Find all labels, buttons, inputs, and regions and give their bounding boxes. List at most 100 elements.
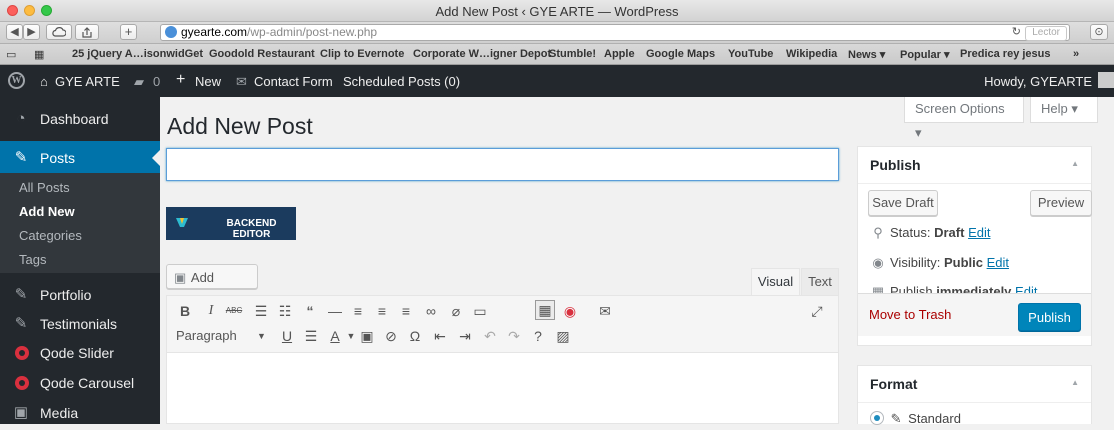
tab-text[interactable]: Text xyxy=(801,268,839,295)
forward-button[interactable]: ▶ xyxy=(23,24,40,40)
sidebar-item-label: Testimonials xyxy=(40,316,118,332)
contact-form-link[interactable]: Contact Form xyxy=(254,74,333,89)
align-left-icon[interactable]: ≡ xyxy=(348,301,368,321)
italic-icon[interactable]: I xyxy=(201,301,221,321)
preview-button[interactable]: Preview xyxy=(1030,190,1092,216)
contact-form-icon[interactable]: ✉ xyxy=(595,301,615,321)
justify-icon[interactable]: ☰ xyxy=(301,326,321,346)
redo-icon[interactable]: ↷ xyxy=(504,326,524,346)
save-draft-button[interactable]: Save Draft xyxy=(868,190,938,216)
submenu-tags[interactable]: Tags xyxy=(19,252,46,267)
move-to-trash-link[interactable]: Move to Trash xyxy=(869,307,951,322)
reader-button[interactable]: Lector xyxy=(1025,26,1067,41)
plus-icon[interactable]: + xyxy=(176,71,185,89)
bookmark-item[interactable]: Stumble! xyxy=(549,48,596,60)
book-icon[interactable]: ▭ xyxy=(6,48,16,61)
visibility-row: ◉ Visibility: Public Edit xyxy=(870,255,1009,271)
read-more-icon[interactable]: ▭ xyxy=(470,301,490,321)
publish-box-header[interactable]: Publish ▲ xyxy=(858,147,1091,184)
clear-formatting-icon[interactable]: ⊘ xyxy=(381,326,401,346)
scheduled-posts-link[interactable]: Scheduled Posts (0) xyxy=(343,74,460,89)
backend-editor-button[interactable]: BACKEND EDITOR xyxy=(166,207,296,240)
avatar[interactable] xyxy=(1098,72,1114,88)
comments-count[interactable]: 0 xyxy=(153,74,160,89)
fullscreen-icon[interactable]: ⤢ xyxy=(807,301,827,321)
collapse-arrow-icon[interactable]: ▲ xyxy=(1071,378,1079,387)
strikethrough-icon[interactable]: ABC xyxy=(224,301,244,321)
help-icon[interactable]: ? xyxy=(528,326,548,346)
format-select[interactable]: Paragraph ▼ xyxy=(176,326,274,346)
insert-image-icon[interactable]: ▨ xyxy=(553,326,573,346)
bookmark-item[interactable]: Predica rey jesus xyxy=(960,48,1051,60)
bookmark-item[interactable]: YouTube xyxy=(728,48,773,60)
bookmark-item[interactable]: Corporate W…igner Depot xyxy=(413,48,551,60)
submenu-categories[interactable]: Categories xyxy=(19,228,82,243)
top-sites-icon[interactable]: ▦ xyxy=(34,48,44,61)
align-right-icon[interactable]: ≡ xyxy=(396,301,416,321)
bookmarks-overflow[interactable]: » xyxy=(1073,48,1079,60)
site-name-link[interactable]: GYE ARTE xyxy=(55,74,120,89)
insert-link-icon[interactable]: ∞ xyxy=(421,301,441,321)
bookmark-item[interactable]: Goodold Restaurant xyxy=(209,48,315,60)
horizontal-line-icon[interactable]: — xyxy=(325,301,345,321)
edit-visibility-link[interactable]: Edit xyxy=(987,255,1009,270)
reload-icon[interactable]: ↻ xyxy=(1012,25,1021,40)
comment-bubble-icon[interactable]: ▰ xyxy=(134,74,144,90)
visibility-label: Visibility: xyxy=(890,255,941,270)
screen-options-toggle[interactable]: Screen Options ▾ xyxy=(904,97,1024,140)
help-toggle[interactable]: Help ▾ xyxy=(1030,97,1098,123)
bookmark-item[interactable]: Apple xyxy=(604,48,635,60)
bookmark-item[interactable]: Wikipedia xyxy=(786,48,837,60)
browser-toolbar: ◀ ▶ + gyearte.com/wp-admin/post-new.php … xyxy=(0,22,1114,44)
radio-selected[interactable] xyxy=(870,411,884,425)
numbered-list-icon[interactable]: ☷ xyxy=(275,301,295,321)
blockquote-icon[interactable]: “ xyxy=(300,301,320,321)
share-icon[interactable] xyxy=(75,24,99,40)
sidebar-item-qode-slider[interactable]: Qode Slider xyxy=(0,336,160,370)
bookmark-item[interactable]: Popular ▾ xyxy=(900,48,950,61)
sidebar-item-label: Dashboard xyxy=(40,111,109,127)
sidebar-item-label: Portfolio xyxy=(40,287,92,303)
site-home-icon[interactable]: ⌂ xyxy=(40,74,48,89)
sidebar-item-posts[interactable]: ✎ Posts xyxy=(0,141,160,175)
post-title-input[interactable] xyxy=(166,148,839,181)
underline-icon[interactable]: U xyxy=(277,326,297,346)
tab-visual[interactable]: Visual xyxy=(751,268,800,295)
bulleted-list-icon[interactable]: ☰ xyxy=(251,301,271,321)
unlink-icon[interactable]: ⌀ xyxy=(446,301,466,321)
howdy-account-link[interactable]: Howdy, GYEARTE xyxy=(984,74,1092,89)
align-center-icon[interactable]: ≡ xyxy=(372,301,392,321)
address-bar[interactable]: gyearte.com/wp-admin/post-new.php ↻ Lect… xyxy=(160,24,1070,41)
sidebar-item-media[interactable]: ▣ Media xyxy=(0,396,160,430)
new-content-link[interactable]: New xyxy=(195,74,221,89)
bold-icon[interactable]: B xyxy=(175,301,195,321)
sidebar-item-dashboard[interactable]: ◔ Dashboard xyxy=(0,102,160,136)
toolbar-toggle-icon[interactable]: ▦ xyxy=(535,300,555,320)
add-media-button[interactable]: ▣ Add Media xyxy=(166,264,258,308)
wordpress-logo-icon[interactable]: W xyxy=(8,72,25,89)
shortcode-plugin-icon[interactable]: ◉ xyxy=(560,301,580,321)
sidebar-item-qode-carousel[interactable]: Qode Carousel xyxy=(0,366,160,400)
indent-icon[interactable]: ⇥ xyxy=(455,326,475,346)
submenu-all-posts[interactable]: All Posts xyxy=(19,180,70,195)
bookmark-item[interactable]: Clip to Evernote xyxy=(320,48,404,60)
back-button[interactable]: ◀ xyxy=(6,24,23,40)
outdent-icon[interactable]: ⇤ xyxy=(430,326,450,346)
new-tab-button[interactable]: + xyxy=(120,24,137,40)
bookmark-item[interactable]: News ▾ xyxy=(848,48,885,61)
format-option-standard[interactable]: ✎ Standard xyxy=(870,411,961,427)
paste-text-icon[interactable]: ▣ xyxy=(357,326,377,346)
submenu-add-new[interactable]: Add New xyxy=(19,204,75,219)
window-title: Add New Post ‹ GYE ARTE — WordPress xyxy=(435,4,679,19)
bookmark-item[interactable]: Google Maps xyxy=(646,48,715,60)
downloads-icon[interactable]: ⊙ xyxy=(1090,24,1108,40)
pin-icon: ⚲ xyxy=(873,225,883,240)
bookmark-item[interactable]: 25 jQuery A…isonwidGet xyxy=(72,48,203,60)
undo-icon[interactable]: ↶ xyxy=(480,326,500,346)
publish-button[interactable]: Publish xyxy=(1018,303,1081,331)
icloud-tabs-button[interactable] xyxy=(46,24,72,40)
special-character-icon[interactable]: Ω xyxy=(405,326,425,346)
format-box-header[interactable]: Format ▲ xyxy=(858,366,1091,403)
collapse-arrow-icon[interactable]: ▲ xyxy=(1071,159,1079,168)
edit-status-link[interactable]: Edit xyxy=(968,225,990,240)
